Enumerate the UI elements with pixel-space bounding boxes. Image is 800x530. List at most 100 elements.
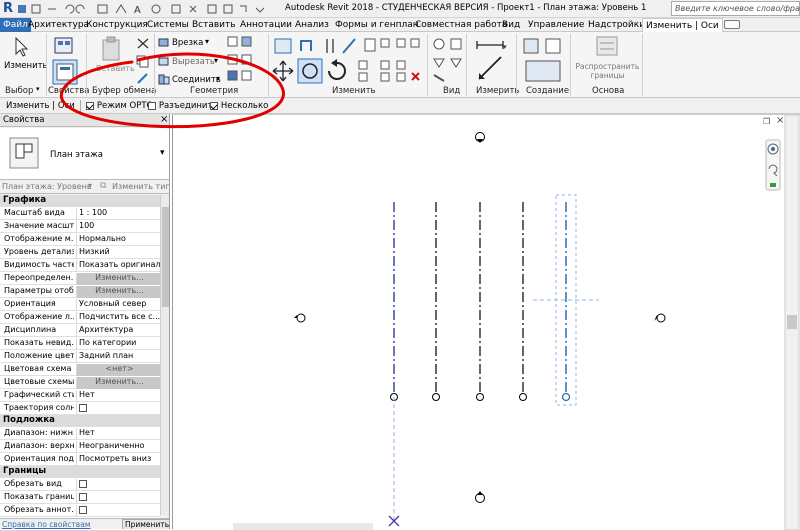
divider <box>516 34 517 96</box>
apply-button[interactable]: Применить <box>122 519 169 529</box>
property-checkbox[interactable] <box>79 479 87 488</box>
property-value[interactable] <box>76 492 160 504</box>
property-value[interactable]: Низкий <box>76 247 160 259</box>
cope-button[interactable]: Врезка <box>172 38 203 48</box>
propagate-extents-icon[interactable] <box>595 35 621 61</box>
property-value[interactable]: Показать оригинал <box>76 260 160 272</box>
drawing-area[interactable]: ❐ × <box>172 114 800 530</box>
property-row[interactable]: Показать невид... По категории <box>0 337 160 350</box>
property-edit-button[interactable]: Изменить... <box>76 286 160 298</box>
search-box[interactable]: Введите ключевое слово/фразу <box>671 1 800 16</box>
property-row[interactable]: Обрезать аннот... <box>0 504 160 517</box>
measure-icon[interactable]: ▾ <box>473 35 513 85</box>
revit-logo-icon[interactable]: R <box>3 1 13 16</box>
modify-cursor-icon[interactable] <box>10 36 32 58</box>
property-value[interactable]: По категории <box>76 338 160 350</box>
property-value[interactable]: Нормально <box>76 234 160 246</box>
property-checkbox[interactable] <box>79 492 87 501</box>
modify-button[interactable]: Изменить <box>4 61 48 71</box>
property-name: Уровень детализ... <box>4 247 74 256</box>
property-row[interactable]: Диапазон: нижн... Нет <box>0 427 160 440</box>
select-dropdown-icon[interactable]: ▾ <box>36 85 40 93</box>
navigation-bar-icon[interactable] <box>765 139 781 191</box>
edit-type-button[interactable]: Изменить тип <box>112 182 169 191</box>
property-group-header[interactable]: Графика <box>0 195 160 207</box>
property-row[interactable]: Отображение м... Нормально <box>0 233 160 246</box>
property-value[interactable] <box>76 505 160 517</box>
tab-addins[interactable]: Надстройки <box>588 20 645 30</box>
canvas-close-icon[interactable]: × <box>776 115 784 126</box>
tab-collaborate[interactable]: Совместная работа <box>415 20 507 30</box>
property-row[interactable]: Параметры отоб... Изменить... <box>0 285 160 298</box>
property-edit-button[interactable]: Изменить... <box>76 273 160 285</box>
property-row[interactable]: Значение масшт... 100 <box>0 220 160 233</box>
property-row[interactable]: Цветовые схемы...Изменить... <box>0 376 160 389</box>
tab-manage[interactable]: Управление <box>528 20 584 30</box>
property-row[interactable]: Ориентация под... Посмотреть вниз <box>0 453 160 466</box>
tab-architecture[interactable]: Архитектура <box>28 20 89 30</box>
property-value[interactable]: Нет <box>76 390 160 402</box>
tab-file[interactable]: Файл <box>0 18 31 32</box>
property-row[interactable]: Траектория солн... <box>0 402 160 415</box>
scroll-thumb[interactable] <box>162 207 169 307</box>
property-edit-button[interactable]: Изменить... <box>76 377 160 389</box>
property-value[interactable]: Условный север <box>76 299 160 311</box>
grid-bubble-5 <box>561 392 571 402</box>
propagate-extents-button[interactable]: Распространить границы <box>575 62 640 80</box>
property-value[interactable]: Архитектура <box>76 325 160 337</box>
tab-modify-grids[interactable]: Изменить | Оси <box>642 18 723 32</box>
property-value[interactable] <box>76 479 160 491</box>
property-row[interactable]: Цветовая схема <нет> <box>0 363 160 376</box>
view-tools-icon[interactable] <box>431 35 467 85</box>
tab-view[interactable]: Вид <box>502 20 520 30</box>
tab-annotate[interactable]: Аннотации <box>240 20 292 30</box>
property-row[interactable]: Положение цвет...Задний план <box>0 350 160 363</box>
tab-structure[interactable]: Конструкция <box>86 20 148 30</box>
property-row[interactable]: Масштаб вида 1 : 100 <box>0 207 160 220</box>
property-value[interactable]: 100 <box>76 221 160 233</box>
restore-icon[interactable]: ❐ <box>763 117 770 126</box>
property-group-header[interactable]: Подложка <box>0 415 160 427</box>
create-tools-icon[interactable] <box>520 35 568 85</box>
property-name: Значение масшт... <box>4 221 74 230</box>
tab-systems[interactable]: Системы <box>147 20 189 30</box>
property-value[interactable]: 1 : 100 <box>76 208 160 220</box>
properties-scrollbar[interactable] <box>160 195 169 515</box>
cope-dropdown-icon[interactable]: ▾ <box>205 37 209 46</box>
property-row[interactable]: Видимость частей Показать оригинал <box>0 259 160 272</box>
property-checkbox[interactable] <box>79 505 87 514</box>
property-value[interactable]: Задний план <box>76 351 160 363</box>
properties-help-link[interactable]: Справка по свойствам <box>2 520 90 529</box>
grid-drawing[interactable] <box>173 115 800 530</box>
property-row[interactable]: Обрезать вид <box>0 478 160 491</box>
cope-icon[interactable] <box>158 37 170 48</box>
property-name: Графический сти... <box>4 390 74 399</box>
property-value[interactable]: Посмотреть вниз <box>76 454 160 466</box>
tab-massing-site[interactable]: Формы и генплан <box>335 20 419 30</box>
quick-access-toolbar[interactable]: A <box>16 3 271 16</box>
property-value[interactable]: Подчистить все с... <box>76 312 160 324</box>
property-value[interactable] <box>76 403 160 415</box>
property-row[interactable]: Графический сти...Нет <box>0 389 160 402</box>
ribbon-toggle-icon[interactable] <box>724 20 740 29</box>
property-value[interactable]: Неограниченно <box>76 441 160 453</box>
property-edit-button[interactable]: <нет> <box>76 364 160 376</box>
property-row[interactable]: Уровень детализ...Низкий <box>0 246 160 259</box>
property-row[interactable]: Ориентация Условный север <box>0 298 160 311</box>
property-row[interactable]: Показать границ... <box>0 491 160 504</box>
selector-dropdown-icon[interactable]: ▾ <box>88 181 92 190</box>
property-row[interactable]: Переопределен... Изменить... <box>0 272 160 285</box>
property-checkbox[interactable] <box>79 403 87 412</box>
tab-insert[interactable]: Вставить <box>192 20 236 30</box>
property-row[interactable]: Дисциплина Архитектура <box>0 324 160 337</box>
property-row[interactable]: Диапазон: верхн...Неограниченно <box>0 440 160 453</box>
instance-selector[interactable]: План этажа: Уровень <box>2 182 92 191</box>
tab-analyze[interactable]: Анализ <box>295 20 329 30</box>
edit-type-icon[interactable]: ⧉ <box>100 181 106 191</box>
type-selector[interactable]: План этажа ▾ <box>0 128 169 180</box>
chevron-down-icon[interactable]: ▾ <box>160 148 165 158</box>
modify-tools-icon[interactable] <box>271 35 428 85</box>
property-group-header[interactable]: Границы <box>0 466 160 478</box>
property-row[interactable]: Отображение л... Подчистить все с... <box>0 311 160 324</box>
property-value[interactable]: Нет <box>76 428 160 440</box>
